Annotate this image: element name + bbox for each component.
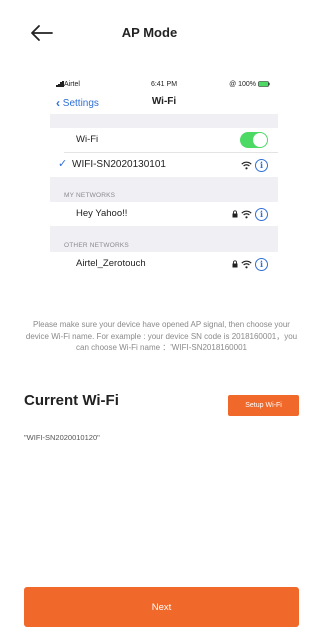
- lock-icon: [232, 210, 238, 218]
- page-title: AP Mode: [121, 25, 178, 40]
- ap-instructions: Please make sure your device have opened…: [25, 320, 298, 352]
- setup-wifi-button[interactable]: Setup Wi-Fi: [228, 395, 299, 416]
- info-icon[interactable]: i: [255, 207, 268, 221]
- network-row[interactable]: Airtel_Zerotouch i: [50, 252, 278, 276]
- spacer-top: [50, 114, 278, 128]
- other-networks-header: OTHER NETWORKS: [50, 226, 278, 252]
- checkmark-icon: ✓: [58, 158, 68, 170]
- status-bar: Airtel 6:41 PM @ 100%: [50, 78, 278, 92]
- wifi-icon: [241, 161, 252, 169]
- network-row[interactable]: Hey Yahoo!! i: [50, 202, 278, 226]
- wifi-icon: [241, 210, 252, 218]
- connected-network-row[interactable]: ✓ WIFI-SN2020130101 i: [50, 153, 278, 177]
- network-icons: i: [232, 257, 268, 271]
- my-networks-header: MY NETWORKS: [50, 177, 278, 202]
- connected-network-icons: i: [241, 158, 268, 172]
- settings-nav-bar: ‹ Settings Wi-Fi: [50, 92, 278, 114]
- wifi-icon: [241, 260, 252, 268]
- info-icon[interactable]: i: [255, 158, 268, 172]
- current-wifi-title: Current Wi-Fi: [24, 392, 119, 409]
- network-icons: i: [232, 207, 268, 221]
- settings-nav-title: Wi-Fi: [151, 96, 177, 107]
- other-networks-heading: OTHER NETWORKS: [64, 242, 129, 249]
- header: AP Mode: [0, 18, 299, 48]
- battery-status: @ 100%: [229, 81, 270, 88]
- wifi-toggle-switch[interactable]: [240, 132, 268, 148]
- network-ssid: Hey Yahoo!!: [76, 208, 128, 219]
- battery-text: @ 100%: [229, 81, 257, 88]
- connected-network-ssid: WIFI-SN2020130101: [72, 159, 166, 170]
- lock-icon: [232, 260, 238, 268]
- toggle-knob: [253, 133, 267, 147]
- current-wifi-value: "WIFI-SN2020010120": [24, 433, 100, 442]
- battery-icon: [258, 81, 270, 87]
- next-button[interactable]: Next: [24, 587, 299, 627]
- my-networks-heading: MY NETWORKS: [64, 192, 116, 199]
- wifi-toggle-label: Wi-Fi: [76, 134, 99, 145]
- wifi-settings-screenshot: Airtel 6:41 PM @ 100% ‹ Settings Wi-Fi W…: [50, 78, 278, 310]
- network-ssid: Airtel_Zerotouch: [76, 258, 146, 269]
- wifi-toggle-row: Wi-Fi: [50, 128, 278, 152]
- info-icon[interactable]: i: [255, 257, 268, 271]
